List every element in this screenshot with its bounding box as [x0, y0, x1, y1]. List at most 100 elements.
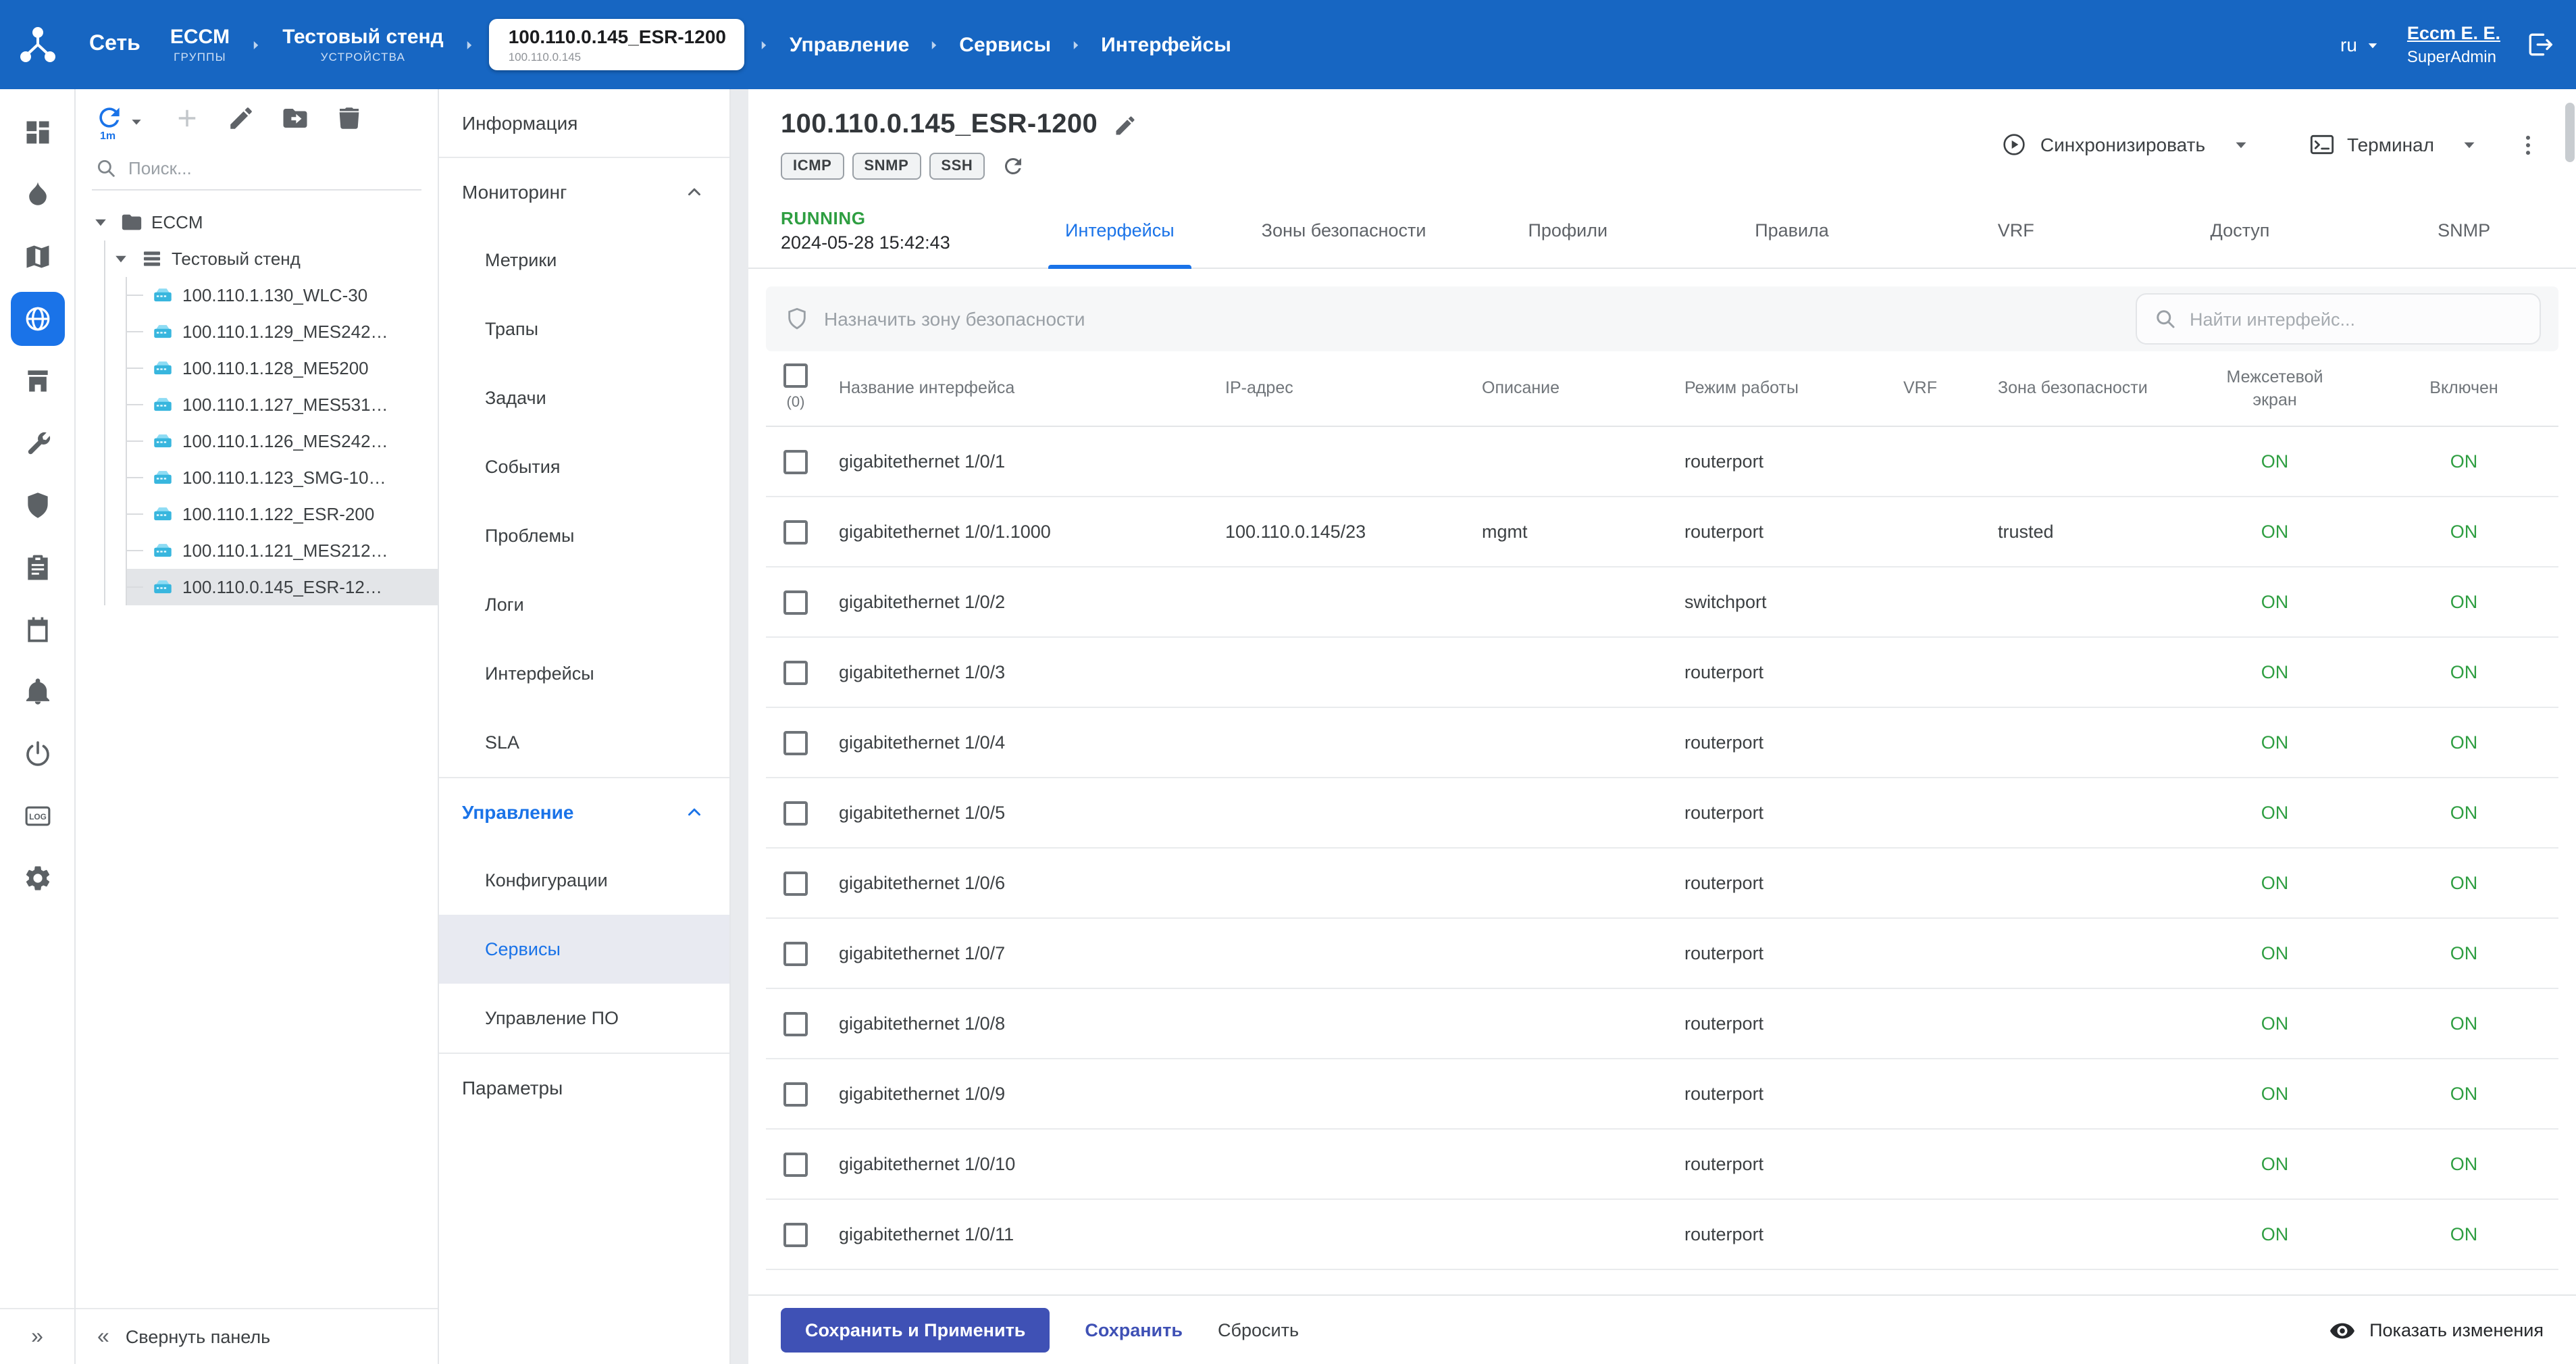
firewall-state[interactable]: ON — [2180, 662, 2369, 682]
select-all-checkbox[interactable] — [783, 364, 808, 388]
row-checkbox[interactable] — [783, 941, 808, 965]
logout-icon[interactable] — [2525, 30, 2554, 59]
enabled-state[interactable]: ON — [2369, 1013, 2558, 1034]
menu-subitem[interactable]: Управление ПО — [439, 984, 729, 1053]
interface-row[interactable]: gigabitethernet 1/0/10routerportONON — [766, 1130, 2558, 1200]
assign-zone-button[interactable]: Назначить зону безопасности — [783, 305, 1085, 332]
interface-row[interactable]: gigabitethernet 1/0/1routerportONON — [766, 427, 2558, 497]
row-checkbox[interactable] — [783, 871, 808, 895]
show-changes-button[interactable]: Показать изменения — [2329, 1317, 2544, 1344]
breadcrumb-services[interactable]: Сервисы — [954, 33, 1056, 56]
rail-item-logs[interactable]: LOG — [10, 789, 64, 843]
tree-device[interactable]: 100.110.1.123_SMG-10… — [127, 459, 438, 496]
menu-subitem[interactable]: Логи — [439, 570, 729, 639]
firewall-state[interactable]: ON — [2180, 803, 2369, 823]
rail-item-uptime[interactable] — [10, 727, 64, 781]
refresh-interval-button[interactable]: 1m — [95, 103, 124, 139]
interface-row[interactable]: gigabitethernet 1/0/8routerportONON — [766, 989, 2558, 1059]
interface-search-input[interactable] — [2190, 309, 2523, 329]
enabled-state[interactable]: ON — [2369, 592, 2558, 612]
synchronize-button[interactable]: Синхронизировать — [1988, 120, 2219, 169]
interface-row[interactable]: gigabitethernet 1/0/7routerportONON — [766, 919, 2558, 989]
enabled-state[interactable]: ON — [2369, 451, 2558, 472]
synchronize-caret-icon[interactable] — [2221, 122, 2259, 168]
save-apply-button[interactable]: Сохранить и Применить — [781, 1308, 1050, 1353]
menu-subitem[interactable]: События — [439, 432, 729, 501]
tree-device[interactable]: 100.110.1.122_ESR-200 — [127, 496, 438, 532]
firewall-state[interactable]: ON — [2180, 943, 2369, 963]
firewall-state[interactable]: ON — [2180, 451, 2369, 472]
row-checkbox[interactable] — [783, 730, 808, 755]
tree-search-input[interactable] — [128, 158, 419, 178]
firewall-state[interactable]: ON — [2180, 1084, 2369, 1104]
menu-subitem[interactable]: SLA — [439, 708, 729, 777]
menu-subitem[interactable]: Конфигурации — [439, 846, 729, 915]
interface-row[interactable]: gigabitethernet 1/0/3routerportONON — [766, 638, 2558, 708]
menu-section[interactable]: Мониторинг — [439, 158, 729, 226]
collapse-panel-button[interactable]: « Свернуть панель — [76, 1308, 438, 1364]
breadcrumb-device-pill[interactable]: 100.110.0.145_ESR-1200 100.110.0.145 — [490, 19, 745, 70]
firewall-state[interactable]: ON — [2180, 1224, 2369, 1244]
tree-device[interactable]: 100.110.1.130_WLC-30 — [127, 277, 438, 313]
edit-device-tree-button[interactable] — [227, 103, 255, 138]
firewall-state[interactable]: ON — [2180, 592, 2369, 612]
rail-item-calendar[interactable] — [10, 603, 64, 657]
tree-device[interactable]: 100.110.1.121_MES212… — [127, 532, 438, 569]
rail-item-dashboard[interactable] — [10, 105, 64, 159]
rail-item-incidents[interactable] — [10, 168, 64, 222]
refresh-interval-caret-icon[interactable] — [126, 110, 147, 132]
breadcrumb-interfaces[interactable]: Интерфейсы — [1096, 33, 1237, 56]
rail-item-settings[interactable] — [10, 851, 64, 905]
firewall-state[interactable]: ON — [2180, 1013, 2369, 1034]
enabled-state[interactable]: ON — [2369, 522, 2558, 542]
enabled-state[interactable]: ON — [2369, 1224, 2558, 1244]
menu-subitem[interactable]: Интерфейсы — [439, 639, 729, 708]
interface-row[interactable]: gigabitethernet 1/0/4routerportONON — [766, 708, 2558, 778]
interface-row[interactable]: gigabitethernet 1/0/1.1000100.110.0.145/… — [766, 497, 2558, 567]
menu-subitem[interactable]: Сервисы — [439, 915, 729, 984]
interface-row[interactable]: gigabitethernet 1/0/9routerportONON — [766, 1059, 2558, 1130]
expander-icon[interactable] — [89, 211, 112, 234]
expander-icon[interactable] — [109, 247, 132, 270]
menu-subitem[interactable]: Трапы — [439, 295, 729, 363]
menu-subitem[interactable]: Задачи — [439, 363, 729, 432]
rail-expand-button[interactable]: » — [0, 1308, 74, 1364]
row-checkbox[interactable] — [783, 660, 808, 684]
row-checkbox[interactable] — [783, 1222, 808, 1246]
row-checkbox[interactable] — [783, 1152, 808, 1176]
firewall-state[interactable]: ON — [2180, 732, 2369, 753]
row-checkbox[interactable] — [783, 590, 808, 614]
scrollbar-thumb[interactable] — [2565, 103, 2575, 162]
enabled-state[interactable]: ON — [2369, 1154, 2558, 1174]
refresh-availability-icon[interactable] — [1001, 154, 1025, 178]
tab-4[interactable]: VRF — [1904, 193, 2128, 268]
user-name-link[interactable]: Eccm E. E. — [2407, 23, 2500, 43]
enabled-state[interactable]: ON — [2369, 873, 2558, 893]
save-button[interactable]: Сохранить — [1085, 1320, 1183, 1340]
edit-device-name-icon[interactable] — [1112, 113, 1137, 137]
enabled-state[interactable]: ON — [2369, 1084, 2558, 1104]
rail-item-tasks[interactable] — [10, 540, 64, 595]
rail-item-network[interactable] — [10, 292, 64, 346]
breadcrumb-network[interactable]: Сеть — [78, 32, 151, 57]
firewall-state[interactable]: ON — [2180, 522, 2369, 542]
rail-item-security[interactable] — [10, 478, 64, 532]
interface-row[interactable]: gigabitethernet 1/0/11routerportONON — [766, 1200, 2558, 1270]
rail-item-maintenance[interactable] — [10, 416, 64, 470]
tree-device[interactable]: 100.110.1.128_ME5200 — [127, 350, 438, 386]
row-checkbox[interactable] — [783, 520, 808, 544]
tree-root[interactable]: ECCM — [76, 204, 438, 241]
tab-2[interactable]: Профили — [1456, 193, 1680, 268]
tree-group[interactable]: Тестовый стенд — [105, 241, 438, 277]
interface-row[interactable]: gigabitethernet 1/0/5routerportONON — [766, 778, 2558, 849]
menu-subitem[interactable]: Проблемы — [439, 501, 729, 570]
menu-section[interactable]: Управление — [439, 778, 729, 846]
menu-subitem[interactable]: Метрики — [439, 226, 729, 295]
enabled-state[interactable]: ON — [2369, 732, 2558, 753]
row-checkbox[interactable] — [783, 449, 808, 474]
tab-5[interactable]: Доступ — [2128, 193, 2352, 268]
breadcrumb-stand[interactable]: Тестовый стенд УСТРОЙСТВА — [276, 26, 450, 64]
rail-item-datacenter[interactable] — [10, 354, 64, 408]
tree-device[interactable]: 100.110.1.129_MES242… — [127, 313, 438, 350]
enabled-state[interactable]: ON — [2369, 803, 2558, 823]
